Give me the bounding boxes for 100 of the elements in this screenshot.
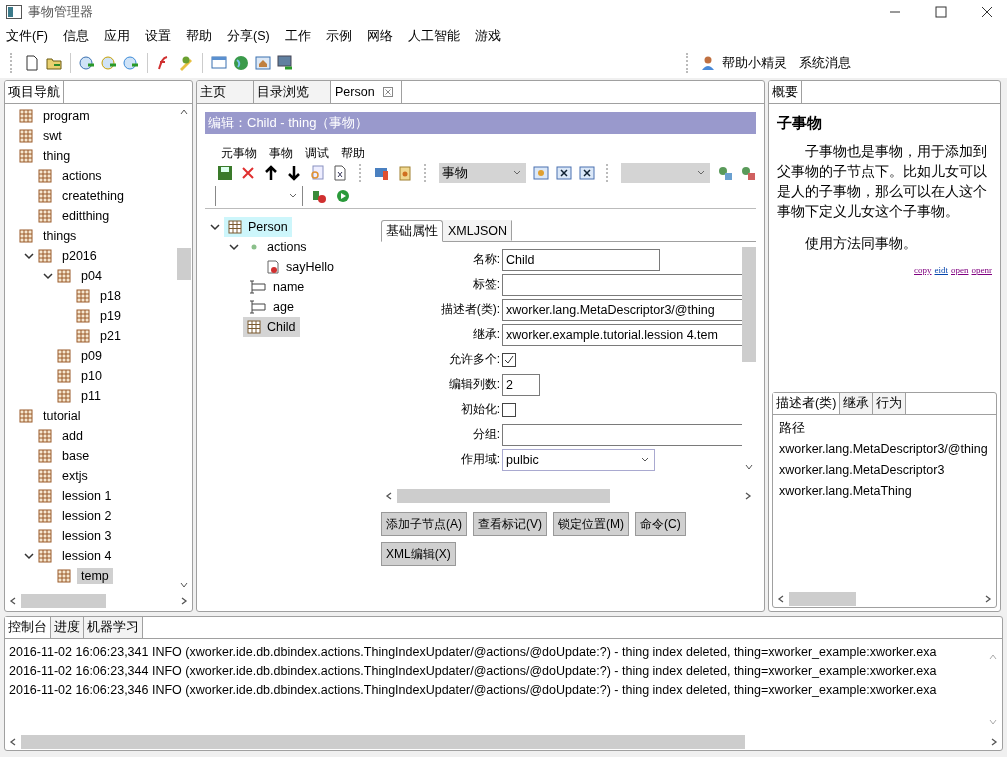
scrollbar-thumb[interactable]: [742, 247, 756, 362]
tree-item[interactable]: things: [39, 228, 81, 244]
scroll-down-icon[interactable]: [744, 462, 754, 472]
tree-item[interactable]: age: [243, 297, 298, 317]
menu-item[interactable]: 设置: [144, 27, 171, 45]
menu-item[interactable]: 网络: [366, 27, 393, 45]
action-button[interactable]: 锁定位置(M): [553, 512, 629, 536]
menu-item[interactable]: 信息: [62, 27, 89, 45]
menu-item[interactable]: 元事物: [221, 144, 257, 162]
scroll-left-icon[interactable]: [8, 737, 18, 747]
menu-item[interactable]: 事物: [269, 144, 293, 162]
tree-item[interactable]: extjs: [58, 468, 92, 484]
play-icon[interactable]: [335, 188, 351, 204]
tree-item[interactable]: lession 4: [58, 548, 116, 564]
folder-icon[interactable]: [46, 55, 62, 71]
tree-item[interactable]: lession 1: [58, 488, 116, 504]
close-icon[interactable]: [556, 165, 572, 181]
number-field[interactable]: 2: [502, 373, 540, 396]
delete-icon[interactable]: [240, 165, 256, 181]
form-tab[interactable]: XMLJSON: [443, 220, 513, 241]
menu-item[interactable]: 分享(S): [226, 27, 270, 45]
tree-item[interactable]: temp: [77, 568, 113, 584]
menu-item[interactable]: 示例: [325, 27, 352, 45]
tree-item[interactable]: actions: [243, 237, 311, 257]
tree-item[interactable]: thing: [39, 148, 75, 164]
tree-item[interactable]: editthing: [58, 208, 114, 224]
panel-tab[interactable]: 进度: [51, 617, 84, 638]
list-item[interactable]: xworker.lang.MetaDescriptor3/@thing: [779, 439, 990, 460]
scroll-left-icon[interactable]: [384, 491, 394, 501]
scroll-right-icon[interactable]: [983, 594, 993, 604]
link[interactable]: open: [951, 265, 969, 275]
close-icon[interactable]: [981, 6, 993, 18]
type-combo[interactable]: 事物: [438, 163, 526, 183]
panel-tab[interactable]: 描述者(类): [773, 393, 841, 414]
tree-item[interactable]: add: [58, 428, 87, 444]
panel-tab[interactable]: 行为: [873, 393, 907, 414]
tree-item[interactable]: Person: [224, 217, 292, 237]
action-button[interactable]: 查看标记(V): [473, 512, 547, 536]
panel-tab[interactable]: 控制台: [5, 617, 51, 638]
panel-tab[interactable]: 继承: [840, 393, 874, 414]
new-file-icon[interactable]: [24, 55, 40, 71]
scrollbar-thumb[interactable]: [789, 592, 856, 606]
monitor-icon[interactable]: [277, 55, 293, 71]
panel-tab[interactable]: 项目导航: [5, 81, 64, 103]
tree-item[interactable]: p10: [77, 368, 106, 384]
save-icon[interactable]: [217, 165, 233, 181]
text-field[interactable]: xworker.example.tutorial.lession 4.tem: [502, 323, 742, 346]
dropdown[interactable]: [215, 186, 303, 206]
arrow-down-icon[interactable]: [286, 165, 302, 181]
menu-item[interactable]: 应用: [103, 27, 130, 45]
tree-item[interactable]: p18: [96, 288, 125, 304]
tree-item[interactable]: p11: [77, 388, 105, 404]
link[interactable]: eidt: [934, 265, 948, 275]
person-icon[interactable]: [700, 55, 716, 71]
globe-icon[interactable]: [233, 55, 249, 71]
messages-button[interactable]: 系统消息: [799, 54, 851, 72]
checkbox[interactable]: [502, 352, 516, 367]
scroll-right-icon[interactable]: [743, 491, 753, 501]
scroll-left-icon[interactable]: [8, 596, 18, 606]
menu-item[interactable]: 帮助: [185, 27, 212, 45]
text-field[interactable]: Child: [502, 248, 660, 271]
arrow-up-icon[interactable]: [263, 165, 279, 181]
tree-item[interactable]: p19: [96, 308, 125, 324]
list-item[interactable]: xworker.lang.MetaThing: [779, 481, 990, 502]
scroll-up-icon[interactable]: [179, 107, 189, 117]
menu-item[interactable]: 人工智能: [407, 27, 460, 45]
window-icon[interactable]: [211, 55, 227, 71]
list-item[interactable]: xworker.lang.MetaDescriptor3: [779, 460, 990, 481]
form-tab[interactable]: 基础属性: [381, 220, 443, 242]
editor-tab[interactable]: 主页: [197, 81, 254, 103]
tree-item[interactable]: lession 3: [58, 528, 116, 544]
scroll-left-icon[interactable]: [776, 594, 786, 604]
text-field[interactable]: [502, 273, 742, 296]
action-button[interactable]: XML编辑(X): [381, 542, 456, 566]
tree-item[interactable]: p21: [96, 328, 125, 344]
home-icon[interactable]: [255, 55, 271, 71]
tree-item[interactable]: Child: [243, 317, 300, 337]
tree-item[interactable]: base: [58, 448, 94, 464]
checkbox[interactable]: [502, 402, 516, 417]
editor-tab[interactable]: 目录浏览: [254, 81, 331, 103]
tree-item[interactable]: lession 2: [58, 508, 116, 524]
panel-tab[interactable]: 机器学习: [84, 617, 143, 638]
menu-item[interactable]: 帮助: [341, 144, 365, 162]
maximize-icon[interactable]: [935, 6, 947, 18]
scroll-down-icon[interactable]: [179, 580, 189, 590]
text-field[interactable]: [502, 423, 742, 446]
link[interactable]: copy: [914, 265, 932, 275]
scrollbar-thumb[interactable]: [21, 735, 745, 749]
scrollbar-thumb[interactable]: [21, 594, 107, 608]
action-button[interactable]: 添加子节点(A): [381, 512, 467, 536]
scroll-right-icon[interactable]: [989, 737, 999, 747]
link[interactable]: openr: [971, 265, 992, 275]
panel-tab[interactable]: 概要: [769, 81, 802, 103]
scrollbar-thumb[interactable]: [177, 248, 191, 280]
tree-item[interactable]: sayHello: [262, 257, 338, 277]
document-icon[interactable]: [332, 165, 348, 181]
helper-button[interactable]: 帮助小精灵: [722, 54, 787, 72]
menu-item[interactable]: 游戏: [474, 27, 501, 45]
select-field[interactable]: pulbic: [502, 448, 655, 471]
menu-item[interactable]: 文件(F): [6, 27, 48, 45]
